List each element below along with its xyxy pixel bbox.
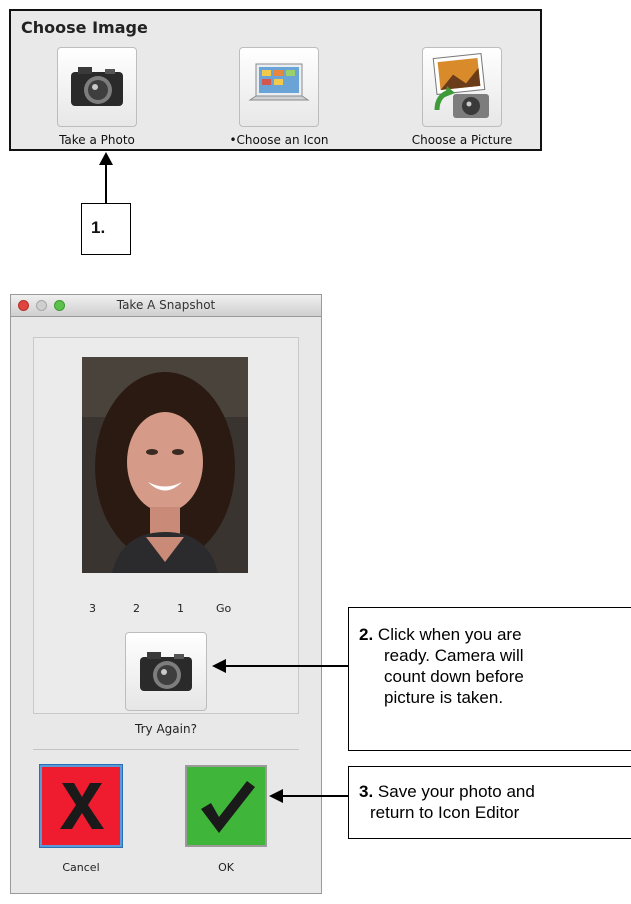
window-title: Take A Snapshot xyxy=(116,298,216,312)
take-photo-label: Take a Photo xyxy=(59,133,135,147)
annotation-3-line-1: Save your photo and xyxy=(377,782,535,801)
ok-button[interactable] xyxy=(185,765,267,847)
annotation-3-line-2: return to Icon Editor xyxy=(370,803,520,822)
annotation-3-number: 3. xyxy=(359,782,374,801)
window-titlebar: Take A Snapshot xyxy=(11,295,321,317)
annotation-2-line-4: picture is taken. xyxy=(384,688,504,707)
choose-icon-option[interactable]: •Choose an Icon xyxy=(219,47,339,147)
x-mark-icon xyxy=(60,783,104,829)
choose-picture-label: Choose a Picture xyxy=(411,133,513,147)
cancel-button[interactable] xyxy=(40,765,122,847)
choose-image-panel: Choose Image Take a Photo •Choose an Ico… xyxy=(9,9,542,151)
cancel-label: Cancel xyxy=(62,861,100,874)
choose-image-title: Choose Image xyxy=(21,18,148,37)
annotation-2-line-1: Click when you are xyxy=(377,625,522,644)
camera-icon xyxy=(140,652,192,691)
choose-picture-option[interactable]: Choose a Picture xyxy=(402,47,522,147)
annotation-2-box: 2. Click when you are ready. Camera will… xyxy=(348,607,631,751)
countdown-go: Go xyxy=(216,602,232,615)
take-photo-option[interactable]: Take a Photo xyxy=(37,47,157,147)
camera-icon xyxy=(57,47,137,127)
annotation-2-line-2: ready. Camera will xyxy=(384,646,524,665)
annotation-2-number: 2. xyxy=(359,625,374,644)
countdown-3: 3 xyxy=(89,602,96,615)
divider xyxy=(33,749,299,750)
countdown-1: 1 xyxy=(177,602,184,615)
arrow-left-icon xyxy=(212,659,226,673)
arrow-3-line xyxy=(282,795,348,797)
laptop-icon xyxy=(239,47,319,127)
photo-preview xyxy=(82,357,248,573)
picture-camera-icon xyxy=(422,47,502,127)
annotation-2-line-3: count down before xyxy=(384,667,524,686)
arrow-left-icon xyxy=(269,789,283,803)
countdown-2: 2 xyxy=(133,602,140,615)
arrow-2-line xyxy=(225,665,348,667)
annotation-3-box: 3. Save your photo and return to Icon Ed… xyxy=(348,766,631,839)
arrow-1-line xyxy=(105,164,107,204)
snapshot-window: Take A Snapshot 3 2 1 Go Try Again? Canc… xyxy=(10,294,322,894)
take-snapshot-button[interactable] xyxy=(125,632,207,711)
ok-label: OK xyxy=(218,861,234,874)
annotation-1-box: 1. xyxy=(81,203,131,255)
checkmark-icon xyxy=(201,781,255,833)
choose-icon-label: •Choose an Icon xyxy=(229,133,329,147)
try-again-label: Try Again? xyxy=(135,722,197,736)
